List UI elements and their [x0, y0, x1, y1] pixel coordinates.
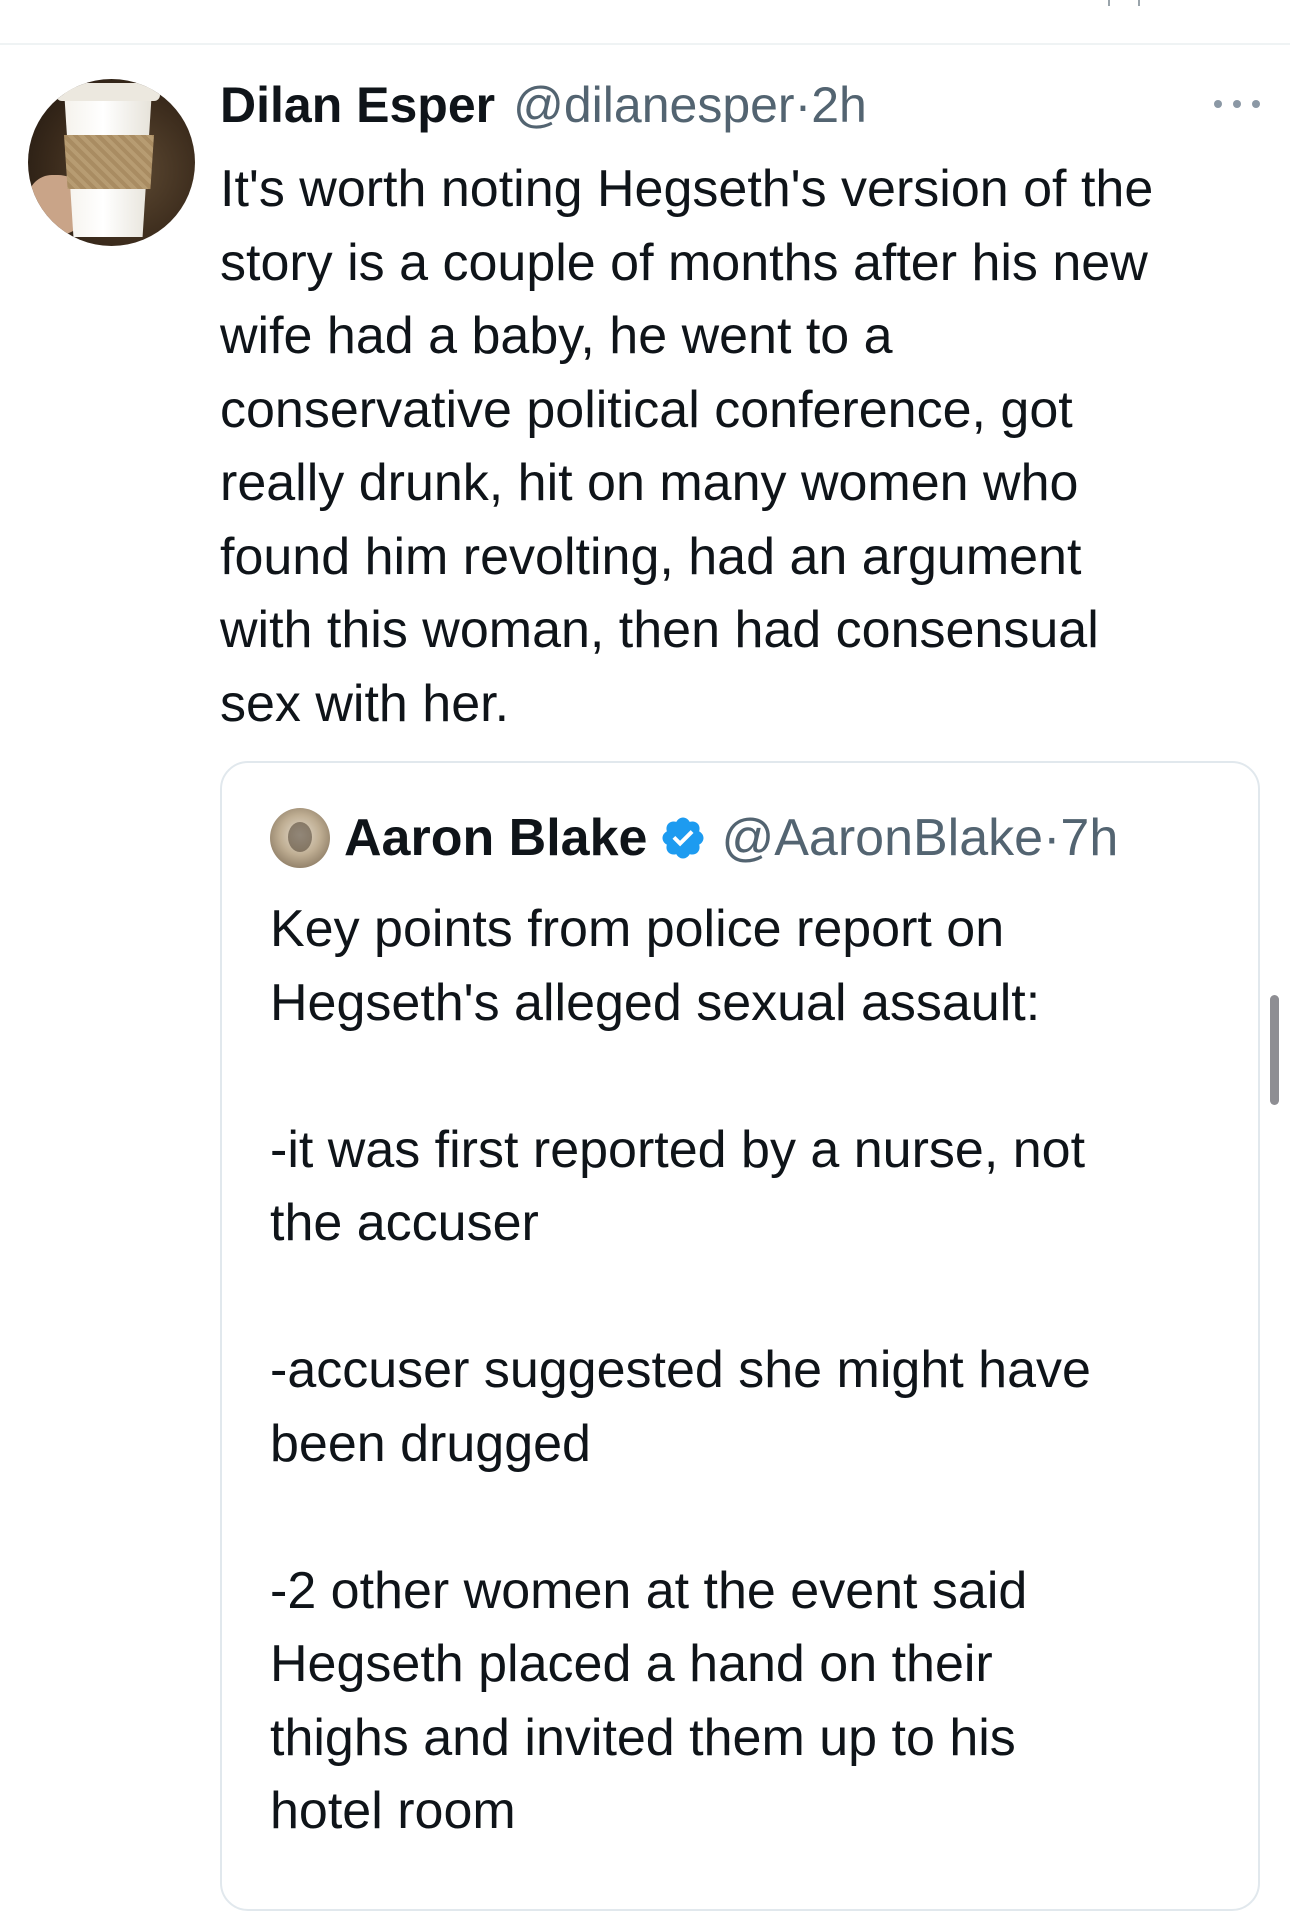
more-dot [1252, 100, 1260, 108]
tweet-text: It's worth noting Hegseth's version of t… [220, 160, 1154, 733]
more-horizontal-icon[interactable] [1214, 97, 1260, 111]
avatar-cup-lid [56, 83, 160, 101]
more-dot [1233, 100, 1241, 108]
divider-tick [1138, 0, 1140, 6]
quoted-tweet-header: Aaron Blake @AaronBlake·7h [270, 807, 1118, 869]
quoted-tweet-text: Key points from police report on Hegseth… [270, 900, 1091, 1840]
more-dot [1214, 100, 1222, 108]
author-handle-time[interactable]: @dilanesper·2h [513, 75, 867, 135]
tweet-header: Dilan Esper @dilanesper·2h [220, 75, 867, 135]
quoted-author-handle-time[interactable]: @AaronBlake·7h [721, 808, 1118, 868]
author-avatar[interactable] [28, 79, 195, 246]
quoted-author-name[interactable]: Aaron Blake [344, 808, 647, 868]
quoted-tweet[interactable]: Aaron Blake @AaronBlake·7h Key points fr… [220, 761, 1260, 1911]
avatar-cup-sleeve [64, 135, 154, 189]
divider-tick [1108, 0, 1110, 6]
scrollbar[interactable] [1270, 995, 1279, 1105]
verified-badge-icon [662, 817, 704, 859]
quoted-author-avatar[interactable] [270, 808, 330, 868]
author-name[interactable]: Dilan Esper [220, 75, 495, 135]
top-divider [0, 0, 1290, 45]
tweet[interactable]: Dilan Esper @dilanesper·2h It's worth no… [0, 45, 1290, 1911]
